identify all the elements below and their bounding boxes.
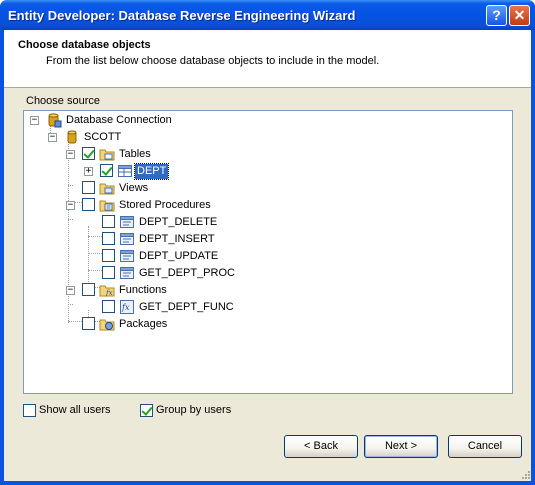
tree-label: GET_DEPT_FUNC <box>139 301 234 313</box>
packages-checkbox[interactable] <box>82 317 95 330</box>
schema-icon <box>67 130 77 144</box>
procedure-checkbox[interactable] <box>102 215 115 228</box>
function-icon: fx <box>120 300 134 314</box>
show-all-users-checkbox[interactable] <box>23 404 36 417</box>
tree-label: Functions <box>119 284 167 296</box>
tree-line <box>88 270 102 271</box>
table-icon <box>118 165 132 177</box>
wizard-window: Entity Developer: Database Reverse Engin… <box>0 0 535 485</box>
tree-line <box>68 219 73 220</box>
procedure-icon <box>120 216 134 228</box>
collapse-icon[interactable]: − <box>30 116 39 125</box>
wizard-header: Choose database objects From the list be… <box>4 30 531 88</box>
functions-checkbox[interactable] <box>82 283 95 296</box>
folder-procedure-icon <box>99 200 115 212</box>
tree-label: Stored Procedures <box>119 199 211 211</box>
folder-view-icon <box>99 183 115 195</box>
collapse-icon[interactable]: − <box>66 286 75 295</box>
group-by-users-checkbox[interactable] <box>140 404 153 417</box>
tree-label: Database Connection <box>66 114 172 126</box>
procedure-icon <box>120 267 134 279</box>
procedure-checkbox[interactable] <box>102 232 115 245</box>
window-title: Entity Developer: Database Reverse Engin… <box>8 8 356 23</box>
expand-icon[interactable]: + <box>84 167 93 176</box>
database-connection-icon <box>48 113 62 128</box>
tree-line <box>68 185 73 186</box>
tree-label: DEPT_DELETE <box>139 216 218 228</box>
show-all-users-label: Show all users <box>39 404 111 416</box>
choose-source-label: Choose source <box>26 95 100 107</box>
tree-line <box>68 142 69 323</box>
collapse-icon[interactable]: − <box>66 201 75 210</box>
page-subtitle: From the list below choose database obje… <box>46 55 380 67</box>
question-icon: ? <box>492 7 501 23</box>
tree-line <box>88 253 102 254</box>
function-checkbox[interactable] <box>102 300 115 313</box>
tree-label: DEPT_UPDATE <box>139 250 219 262</box>
tree-label: Packages <box>119 318 168 330</box>
group-by-users-label: Group by users <box>156 404 232 416</box>
folder-function-icon: fx <box>99 285 115 297</box>
collapse-icon[interactable]: − <box>48 133 57 142</box>
collapse-icon[interactable]: − <box>66 150 75 159</box>
dept-checkbox[interactable] <box>100 164 113 177</box>
tables-checkbox[interactable] <box>82 147 95 160</box>
next-button[interactable]: Next > <box>364 435 438 458</box>
procedure-checkbox[interactable] <box>102 249 115 262</box>
procedure-icon <box>120 250 134 262</box>
svg-text:fx: fx <box>105 289 113 297</box>
tree-label: Views <box>119 182 149 194</box>
tree-label: DEPT_INSERT <box>139 233 215 245</box>
resize-grip-icon[interactable] <box>519 468 531 480</box>
folder-table-icon <box>99 149 115 161</box>
tree-line <box>88 236 102 237</box>
back-button[interactable]: < Back <box>284 435 358 458</box>
page-title: Choose database objects <box>18 39 151 51</box>
help-button[interactable]: ? <box>486 5 507 26</box>
folder-package-icon <box>99 319 115 331</box>
tree-label: Tables <box>119 148 151 160</box>
svg-text:fx: fx <box>121 303 130 312</box>
cancel-button[interactable]: Cancel <box>448 435 522 458</box>
tree-line <box>68 321 82 322</box>
procedures-checkbox[interactable] <box>82 198 95 211</box>
dialog-body: Choose database objects From the list be… <box>4 30 531 481</box>
procedure-icon <box>120 233 134 245</box>
views-checkbox[interactable] <box>82 181 95 194</box>
tree-line <box>68 304 73 305</box>
tree-label: GET_DEPT_PROC <box>139 267 235 279</box>
tree-label: SCOTT <box>84 131 122 143</box>
tree-label-selected: DEPT <box>133 163 170 180</box>
close-button[interactable]: ✕ <box>509 5 530 26</box>
title-bar[interactable]: Entity Developer: Database Reverse Engin… <box>0 0 535 30</box>
database-objects-tree[interactable]: − Database Connection − SCOTT − Tables +… <box>23 110 513 394</box>
close-icon: ✕ <box>513 7 526 23</box>
procedure-checkbox[interactable] <box>102 266 115 279</box>
